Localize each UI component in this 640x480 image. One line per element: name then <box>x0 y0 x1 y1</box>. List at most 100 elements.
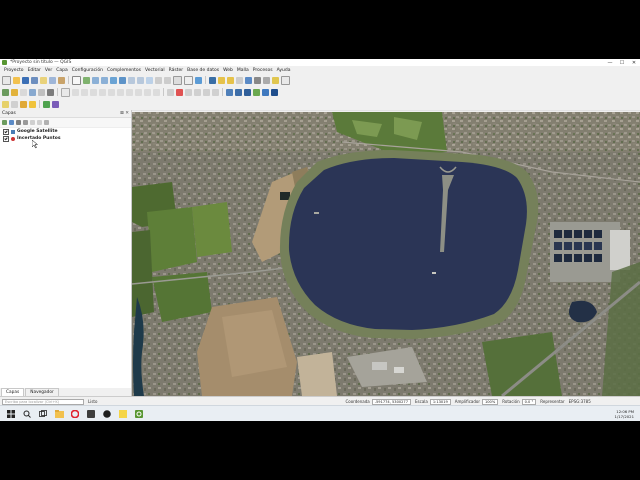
identify-icon[interactable] <box>209 76 216 84</box>
layout-manager-icon[interactable] <box>49 76 56 84</box>
add-feature-icon[interactable] <box>90 88 97 96</box>
qgis-taskbar-icon[interactable] <box>134 409 144 419</box>
opera-icon[interactable] <box>70 409 80 419</box>
zoom-out-icon[interactable] <box>101 76 108 84</box>
attribute-table-icon[interactable] <box>245 76 252 84</box>
map-canvas[interactable] <box>132 112 640 396</box>
label-tool-icon[interactable] <box>167 88 174 96</box>
wms-icon[interactable] <box>226 88 233 96</box>
label-move-icon[interactable] <box>194 88 201 96</box>
sticky-notes-icon[interactable] <box>118 409 128 419</box>
menu-configuracion[interactable]: Configuración <box>72 68 103 73</box>
menu-vectorial[interactable]: Vectorial <box>145 68 165 73</box>
paste-features-icon[interactable] <box>135 88 142 96</box>
save-edits-icon[interactable] <box>72 88 79 96</box>
georeferencer-icon[interactable] <box>43 100 50 108</box>
label-pin-icon[interactable] <box>176 88 183 96</box>
vertex-tool-icon[interactable] <box>99 88 106 96</box>
quickmapservices-icon[interactable] <box>52 100 59 108</box>
file-explorer-icon[interactable] <box>54 409 64 419</box>
render-checkbox-label[interactable]: Representar <box>540 399 564 404</box>
magnifier-field[interactable]: 100% <box>481 398 499 405</box>
menu-raster[interactable]: Ráster <box>169 68 184 73</box>
select-features-icon[interactable] <box>218 76 225 84</box>
temporal-controller-icon[interactable] <box>184 75 193 85</box>
data-source-manager-icon[interactable] <box>2 88 9 96</box>
tab-capas[interactable]: Capas <box>1 388 25 396</box>
layer-visibility-checkbox[interactable] <box>3 128 9 135</box>
menu-ver[interactable]: Ver <box>45 68 52 73</box>
wcs-icon[interactable] <box>244 88 251 96</box>
new-shapefile-icon[interactable] <box>20 88 27 96</box>
minimize-button[interactable]: — <box>604 60 616 66</box>
pan-to-selection-icon[interactable] <box>83 76 90 84</box>
style-manager-icon[interactable] <box>58 76 65 84</box>
menu-procesos[interactable]: Procesos <box>253 68 273 73</box>
select-by-value-icon[interactable] <box>227 76 234 84</box>
menu-base-de-datos[interactable]: Base de datos <box>187 68 219 73</box>
remove-layer-icon[interactable] <box>44 120 49 125</box>
windows-start-icon[interactable] <box>6 409 16 419</box>
locator-search-input[interactable]: Escriba para localizar (Ctrl+K) <box>2 398 84 405</box>
menu-ayuda[interactable]: Ayuda <box>277 68 291 73</box>
label-show-icon[interactable] <box>185 88 192 96</box>
python-console-icon[interactable] <box>2 100 9 108</box>
processing-icon[interactable] <box>11 100 18 108</box>
virtual-layer-icon[interactable] <box>47 88 54 96</box>
zoom-layer-icon[interactable] <box>137 76 144 84</box>
new-print-layout-icon[interactable] <box>40 76 47 84</box>
mesh-icon[interactable] <box>271 88 278 96</box>
close-button[interactable]: ✕ <box>628 60 640 66</box>
expand-all-icon[interactable] <box>30 120 35 125</box>
zoom-in-icon[interactable] <box>92 76 99 84</box>
text-annotation-icon[interactable] <box>272 76 279 84</box>
xyz-icon[interactable] <box>253 88 260 96</box>
statistics-icon[interactable] <box>263 76 270 84</box>
save-project-icon[interactable] <box>22 76 29 84</box>
save-as-icon[interactable] <box>31 76 38 84</box>
toggle-editing-icon[interactable] <box>61 87 70 97</box>
layer-item[interactable]: Google Satellite <box>0 128 131 135</box>
zoom-selection-icon[interactable] <box>128 76 135 84</box>
menu-capa[interactable]: Capa <box>56 68 68 73</box>
cut-features-icon[interactable] <box>117 88 124 96</box>
new-map-view-icon[interactable] <box>173 75 182 85</box>
delete-selected-icon[interactable] <box>108 88 115 96</box>
zoom-full-icon[interactable] <box>119 76 126 84</box>
measure-icon[interactable] <box>281 75 290 85</box>
tab-navegador[interactable]: Navegador <box>25 388 59 396</box>
crs-button[interactable]: EPSG:3785 <box>569 399 591 404</box>
plugin-icon[interactable] <box>20 100 27 108</box>
vector-tiles-icon[interactable] <box>262 88 269 96</box>
open-project-icon[interactable] <box>13 76 20 84</box>
field-calculator-icon[interactable] <box>254 76 261 84</box>
coordinate-field[interactable]: -591774, 5300277 <box>371 398 412 405</box>
new-project-icon[interactable] <box>2 75 11 85</box>
zoom-native-icon[interactable] <box>146 76 153 84</box>
filter-legend-icon[interactable] <box>23 120 28 125</box>
scale-field[interactable]: 1:13019 <box>429 398 451 405</box>
open-layer-styling-icon[interactable] <box>2 120 7 125</box>
undo-icon[interactable] <box>144 88 151 96</box>
label-rotate-icon[interactable] <box>203 88 210 96</box>
layer-visibility-checkbox[interactable] <box>3 135 9 142</box>
menu-complementos[interactable]: Complementos <box>107 68 141 73</box>
zoom-rubberband-icon[interactable] <box>110 76 117 84</box>
task-view-icon[interactable] <box>38 409 48 419</box>
wfs-icon[interactable] <box>235 88 242 96</box>
zoom-last-icon[interactable] <box>155 76 162 84</box>
app-circle-icon[interactable] <box>102 409 112 419</box>
add-group-icon[interactable] <box>9 120 14 125</box>
deselect-icon[interactable] <box>236 76 243 84</box>
plugin-2-icon[interactable] <box>29 100 36 108</box>
menu-web[interactable]: Web <box>223 68 233 73</box>
layer-item[interactable]: Incertado Puntos <box>0 135 131 142</box>
rotation-field[interactable]: 0.0 ° <box>521 398 537 405</box>
new-temp-layer-icon[interactable] <box>38 88 45 96</box>
digitize-icon[interactable] <box>81 88 88 96</box>
panel-controls[interactable]: ⊠ ✕ <box>120 111 129 116</box>
zoom-next-icon[interactable] <box>164 76 171 84</box>
pan-icon[interactable] <box>72 75 81 85</box>
maximize-button[interactable]: ☐ <box>616 60 628 66</box>
search-icon[interactable] <box>22 409 32 419</box>
